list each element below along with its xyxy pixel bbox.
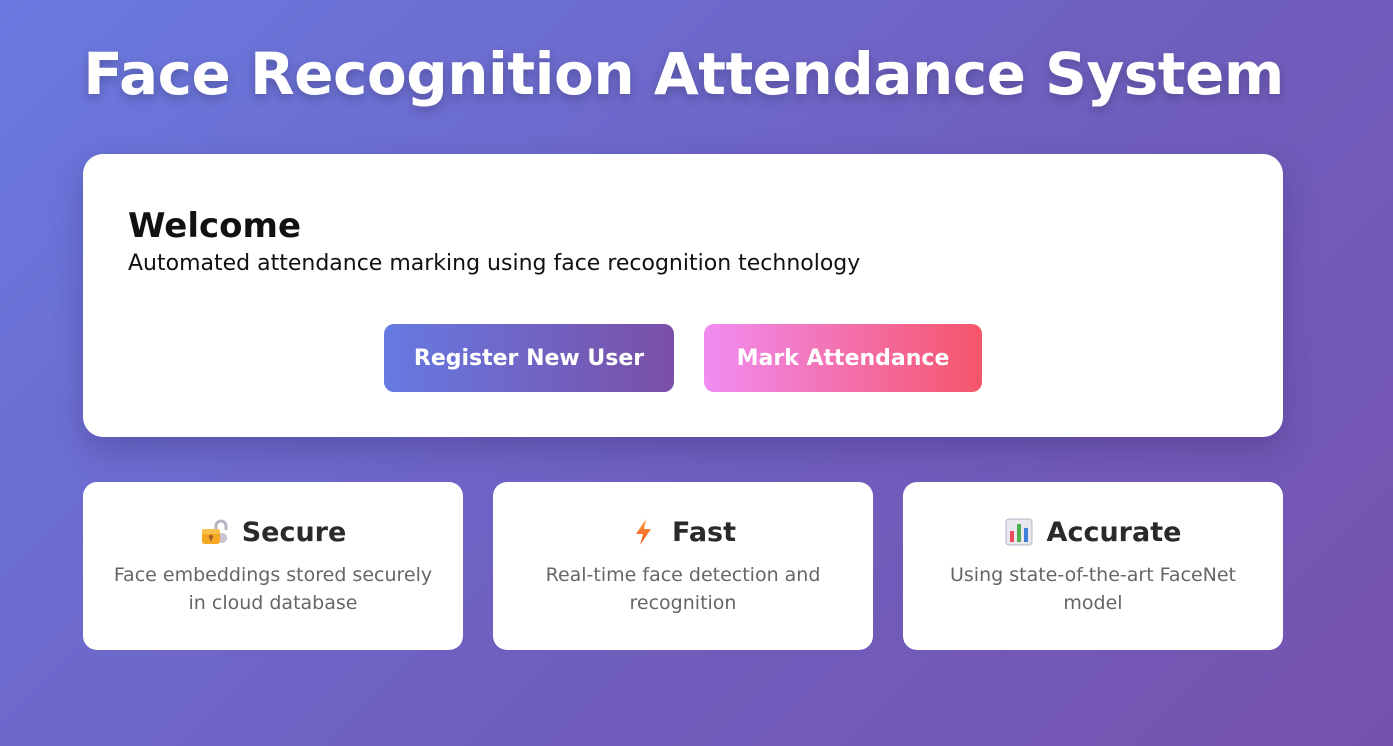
feature-card-accurate: Accurate Using state-of-the-art FaceNet …: [903, 482, 1283, 650]
feature-description: Face embeddings stored securely in cloud…: [113, 564, 433, 614]
feature-description: Using state-of-the-art FaceNet model: [950, 564, 1236, 614]
bar-chart-icon: [1005, 518, 1033, 546]
lock-icon: [200, 518, 228, 546]
feature-title: Fast: [671, 516, 737, 548]
welcome-heading: Welcome: [128, 206, 302, 246]
welcome-card: Welcome Automated attendance marking usi…: [83, 154, 1283, 437]
feature-card-secure: Secure Face embeddings stored securely i…: [83, 482, 463, 650]
mark-attendance-button[interactable]: Mark Attendance: [704, 324, 982, 392]
feature-card-fast: Fast Real-time face detection and recogn…: [493, 482, 873, 650]
feature-title: Secure: [241, 516, 347, 548]
feature-description: Real-time face detection and recognition: [545, 564, 821, 614]
welcome-subtitle: Automated attendance marking using face …: [128, 251, 861, 276]
lightning-icon: [630, 518, 658, 546]
register-new-user-button[interactable]: Register New User: [384, 324, 674, 392]
feature-title: Accurate: [1046, 516, 1182, 548]
page-title: Face Recognition Attendance System: [83, 40, 1284, 108]
